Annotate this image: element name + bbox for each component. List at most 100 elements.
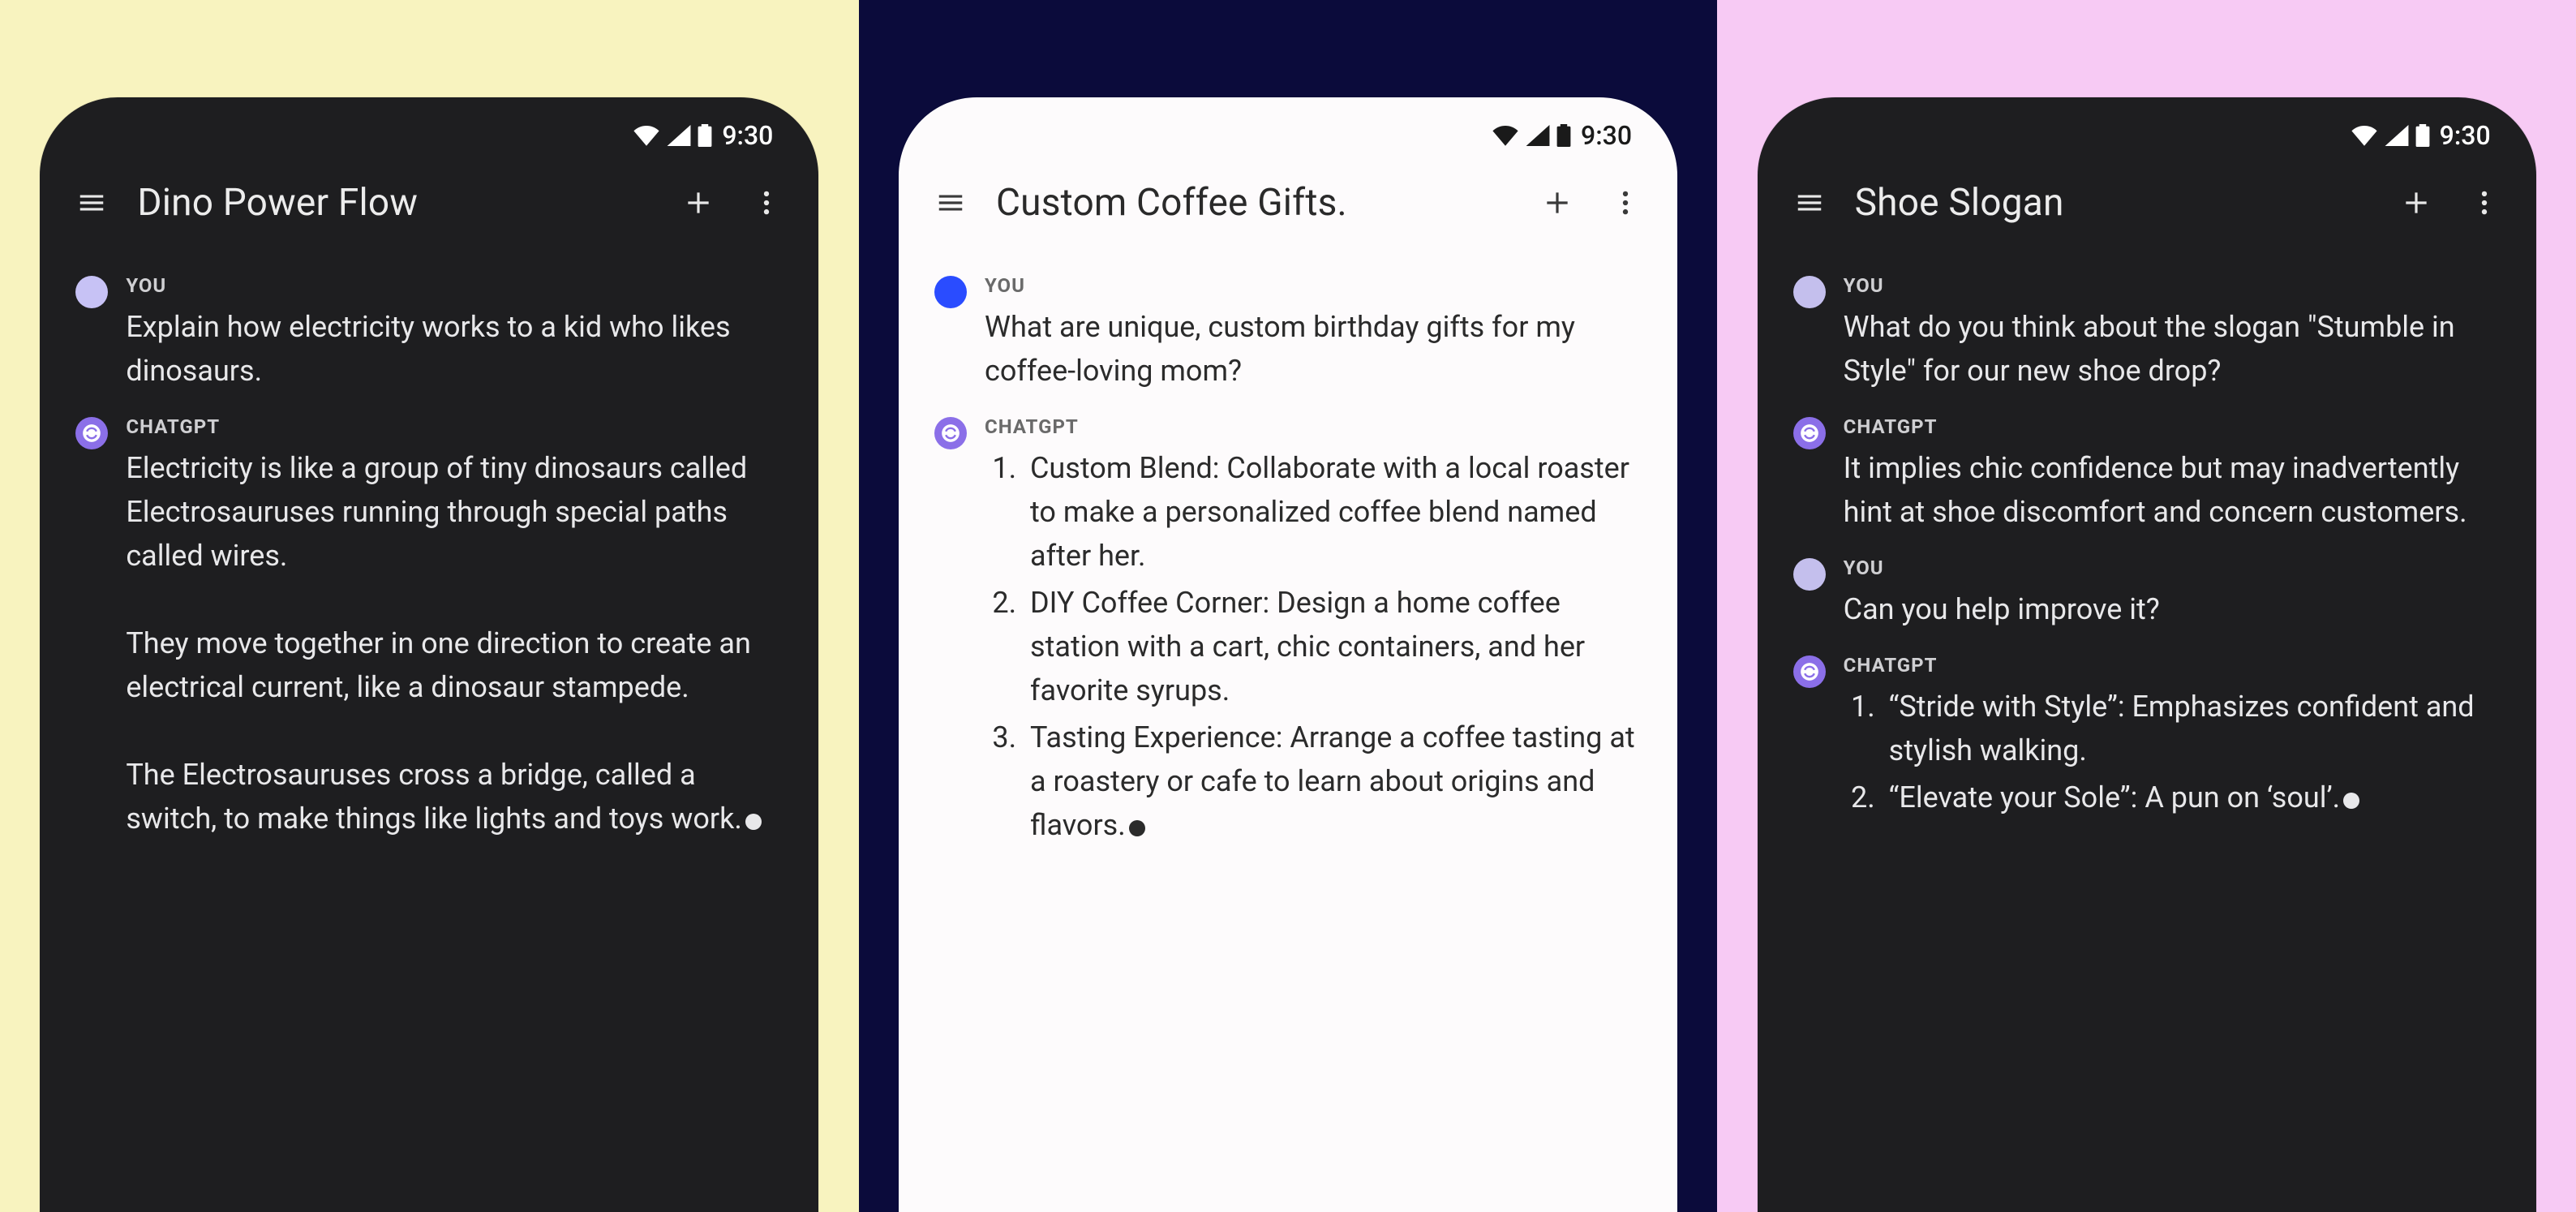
sender-label: YOU <box>1844 274 2501 297</box>
status-time: 9:30 <box>2440 120 2491 151</box>
panel-1: 9:30 Dino Power Flow YOU <box>0 0 859 1212</box>
showcase-row: 9:30 Dino Power Flow YOU <box>0 0 2576 1212</box>
avatar-user <box>75 276 108 308</box>
avatar-assistant <box>934 417 967 449</box>
panel-3: 9:30 Shoe Slogan YOU W <box>1717 0 2576 1212</box>
message-body: CHATGPT “Stride with Style”: Emphasizes … <box>1844 654 2501 823</box>
more-button[interactable] <box>2462 180 2507 226</box>
avatar-assistant <box>75 417 108 449</box>
phone-frame-2: 9:30 Custom Coffee Gifts. YOU <box>899 97 1677 1212</box>
list-item: DIY Coffee Corner: Design a home coffee … <box>1024 581 1642 712</box>
phone-frame-1: 9:30 Dino Power Flow YOU <box>40 97 818 1212</box>
avatar-user <box>1793 558 1826 591</box>
sender-label: CHATGPT <box>1844 654 2501 677</box>
sender-label: YOU <box>985 274 1642 297</box>
battery-icon <box>2415 124 2430 147</box>
message-body: YOU What are unique, custom birthday gif… <box>985 274 1642 393</box>
message-body: CHATGPT Electricity is like a group of t… <box>126 415 783 840</box>
message-assistant: CHATGPT Custom Blend: Collaborate with a… <box>934 415 1642 850</box>
message-text: Explain how electricity works to a kid w… <box>126 305 783 393</box>
wifi-icon <box>633 125 660 146</box>
message-body: YOU Explain how electricity works to a k… <box>126 274 783 393</box>
avatar-user <box>1793 276 1826 308</box>
more-button[interactable] <box>744 180 789 226</box>
menu-button[interactable] <box>69 180 114 226</box>
signal-icon <box>2385 125 2409 146</box>
message-body: CHATGPT Custom Blend: Collaborate with a… <box>985 415 1642 850</box>
chat-thread[interactable]: YOU Explain how electricity works to a k… <box>40 245 818 840</box>
status-icons <box>2351 124 2430 147</box>
status-time: 9:30 <box>722 120 773 151</box>
message-user: YOU What do you think about the slogan "… <box>1793 274 2501 393</box>
list-item: Tasting Experience: Arrange a coffee tas… <box>1024 716 1642 847</box>
chat-thread[interactable]: YOU What are unique, custom birthday gif… <box>899 245 1677 850</box>
message-user: YOU Can you help improve it? <box>1793 557 2501 631</box>
sender-label: CHATGPT <box>126 415 783 438</box>
hamburger-icon <box>76 187 107 218</box>
wifi-icon <box>1492 125 1519 146</box>
new-chat-button[interactable] <box>676 180 721 226</box>
message-user: YOU Explain how electricity works to a k… <box>75 274 783 393</box>
conversation-title: Custom Coffee Gifts. <box>996 181 1512 225</box>
avatar-assistant <box>1793 417 1826 449</box>
hamburger-icon <box>1794 187 1825 218</box>
menu-button[interactable] <box>928 180 973 226</box>
status-bar: 9:30 <box>1758 97 2536 156</box>
panel-2: 9:30 Custom Coffee Gifts. YOU <box>859 0 1718 1212</box>
more-button[interactable] <box>1603 180 1648 226</box>
signal-icon <box>667 125 691 146</box>
typing-cursor-icon <box>745 814 762 830</box>
list-item: Custom Blend: Collaborate with a local r… <box>1024 446 1642 578</box>
message-user: YOU What are unique, custom birthday gif… <box>934 274 1642 393</box>
wifi-icon <box>2351 125 2378 146</box>
app-bar: Dino Power Flow <box>40 156 818 245</box>
list-item: “Stride with Style”: Emphasizes confiden… <box>1883 685 2501 772</box>
chat-thread[interactable]: YOU What do you think about the slogan "… <box>1758 245 2536 823</box>
openai-icon <box>1799 423 1820 444</box>
new-chat-button[interactable] <box>1535 180 1580 226</box>
conversation-title: Shoe Slogan <box>1855 181 2371 225</box>
message-body: CHATGPT It implies chic confidence but m… <box>1844 415 2501 534</box>
message-text: Electricity is like a group of tiny dino… <box>126 446 783 840</box>
message-text: What do you think about the slogan "Stum… <box>1844 305 2501 393</box>
kebab-icon <box>1610 187 1641 218</box>
typing-cursor-icon <box>2343 793 2359 809</box>
list-item: “Elevate your Sole”: A pun on ‘soul’. <box>1883 776 2501 819</box>
app-bar: Shoe Slogan <box>1758 156 2536 245</box>
openai-icon <box>81 423 102 444</box>
app-bar: Custom Coffee Gifts. <box>899 156 1677 245</box>
avatar-assistant <box>1793 655 1826 688</box>
kebab-icon <box>2469 187 2500 218</box>
battery-icon <box>1556 124 1571 147</box>
status-bar: 9:30 <box>899 97 1677 156</box>
battery-icon <box>698 124 712 147</box>
message-text: Can you help improve it? <box>1844 587 2501 631</box>
conversation-title: Dino Power Flow <box>137 181 653 225</box>
plus-icon <box>2401 187 2432 218</box>
message-list: “Stride with Style”: Emphasizes confiden… <box>1844 685 2501 819</box>
status-icons <box>1492 124 1571 147</box>
menu-button[interactable] <box>1787 180 1832 226</box>
status-time: 9:30 <box>1581 120 1632 151</box>
status-icons <box>633 124 712 147</box>
openai-icon <box>1799 661 1820 682</box>
message-body: YOU Can you help improve it? <box>1844 557 2501 631</box>
signal-icon <box>1526 125 1550 146</box>
hamburger-icon <box>935 187 966 218</box>
sender-label: CHATGPT <box>985 415 1642 438</box>
plus-icon <box>683 187 714 218</box>
message-list: Custom Blend: Collaborate with a local r… <box>985 446 1642 847</box>
status-bar: 9:30 <box>40 97 818 156</box>
new-chat-button[interactable] <box>2394 180 2439 226</box>
kebab-icon <box>751 187 782 218</box>
sender-label: YOU <box>126 274 783 297</box>
typing-cursor-icon <box>1129 820 1145 836</box>
message-body: YOU What do you think about the slogan "… <box>1844 274 2501 393</box>
message-assistant: CHATGPT It implies chic confidence but m… <box>1793 415 2501 534</box>
openai-icon <box>940 423 961 444</box>
message-text: What are unique, custom birthday gifts f… <box>985 305 1642 393</box>
sender-label: YOU <box>1844 557 2501 579</box>
message-text: It implies chic confidence but may inadv… <box>1844 446 2501 534</box>
sender-label: CHATGPT <box>1844 415 2501 438</box>
avatar-user <box>934 276 967 308</box>
